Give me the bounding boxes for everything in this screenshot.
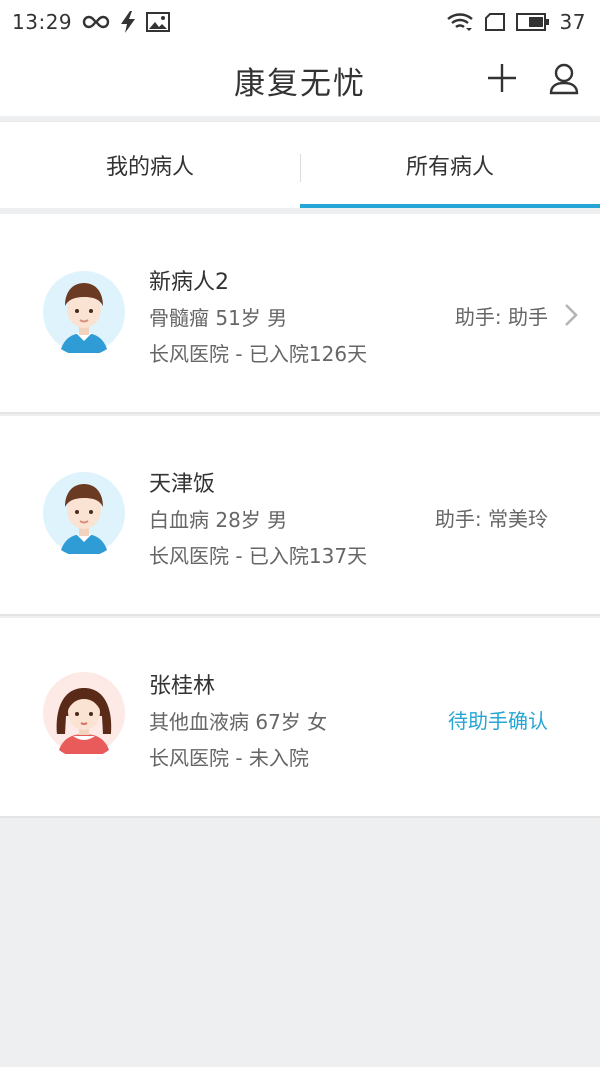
patient-name: 新病人2 (149, 270, 229, 295)
patient-name: 天津饭 (149, 472, 216, 497)
tab-my-patients[interactable]: 我的病人 (0, 122, 300, 208)
patient-card[interactable]: 天津饭 白血病 28岁 男 长风医院 - 已入院137天 助手: 常美玲 (0, 416, 600, 616)
patient-hospital-status: 长风医院 - 已入院126天 (149, 342, 368, 366)
patient-assistant-pending: 待助手确认 (448, 709, 548, 733)
patient-assistant: 助手: 常美玲 (434, 507, 548, 531)
tab-all-patients[interactable]: 所有病人 (300, 122, 600, 208)
battery-level: 37 (559, 10, 586, 34)
wifi-icon (446, 11, 474, 33)
infinity-icon (82, 14, 110, 30)
chevron-right-icon (562, 302, 580, 328)
status-bar: 13:29 37 (0, 0, 600, 44)
flash-icon (120, 11, 136, 33)
patient-list: 新病人2 骨髓瘤 51岁 男 长风医院 - 已入院126天 助手: 助手 天津饭… (0, 214, 600, 818)
status-time: 13:29 (12, 10, 73, 34)
patient-card[interactable]: 新病人2 骨髓瘤 51岁 男 长风医院 - 已入院126天 助手: 助手 (0, 214, 600, 414)
app-title: 康复无忧 (234, 65, 366, 102)
image-icon (146, 12, 171, 32)
patient-tabs: 我的病人 所有病人 (0, 121, 600, 208)
patient-hospital-status: 长风医院 - 未入院 (149, 746, 309, 770)
female-avatar-icon (43, 672, 125, 759)
active-tab-indicator (300, 204, 600, 208)
patient-diagnosis: 白血病 28岁 男 (149, 508, 288, 532)
status-left: 13:29 (12, 10, 171, 34)
male-avatar-icon (43, 271, 125, 357)
plus-icon[interactable] (482, 58, 522, 98)
sim-icon (484, 12, 506, 32)
app-bar: 康复无忧 (0, 44, 600, 116)
user-icon[interactable] (544, 58, 584, 98)
patient-card[interactable]: 张桂林 其他血液病 67岁 女 长风医院 - 未入院 待助手确认 (0, 618, 600, 818)
status-right: 37 (446, 10, 586, 34)
patient-hospital-status: 长风医院 - 已入院137天 (149, 544, 368, 568)
patient-assistant: 助手: 助手 (454, 305, 548, 329)
male-avatar-icon (43, 472, 125, 558)
app-actions (482, 58, 584, 98)
patient-diagnosis: 其他血液病 67岁 女 (149, 710, 328, 734)
patient-name: 张桂林 (149, 674, 216, 699)
battery-icon (515, 12, 550, 32)
patient-diagnosis: 骨髓瘤 51岁 男 (149, 306, 288, 330)
